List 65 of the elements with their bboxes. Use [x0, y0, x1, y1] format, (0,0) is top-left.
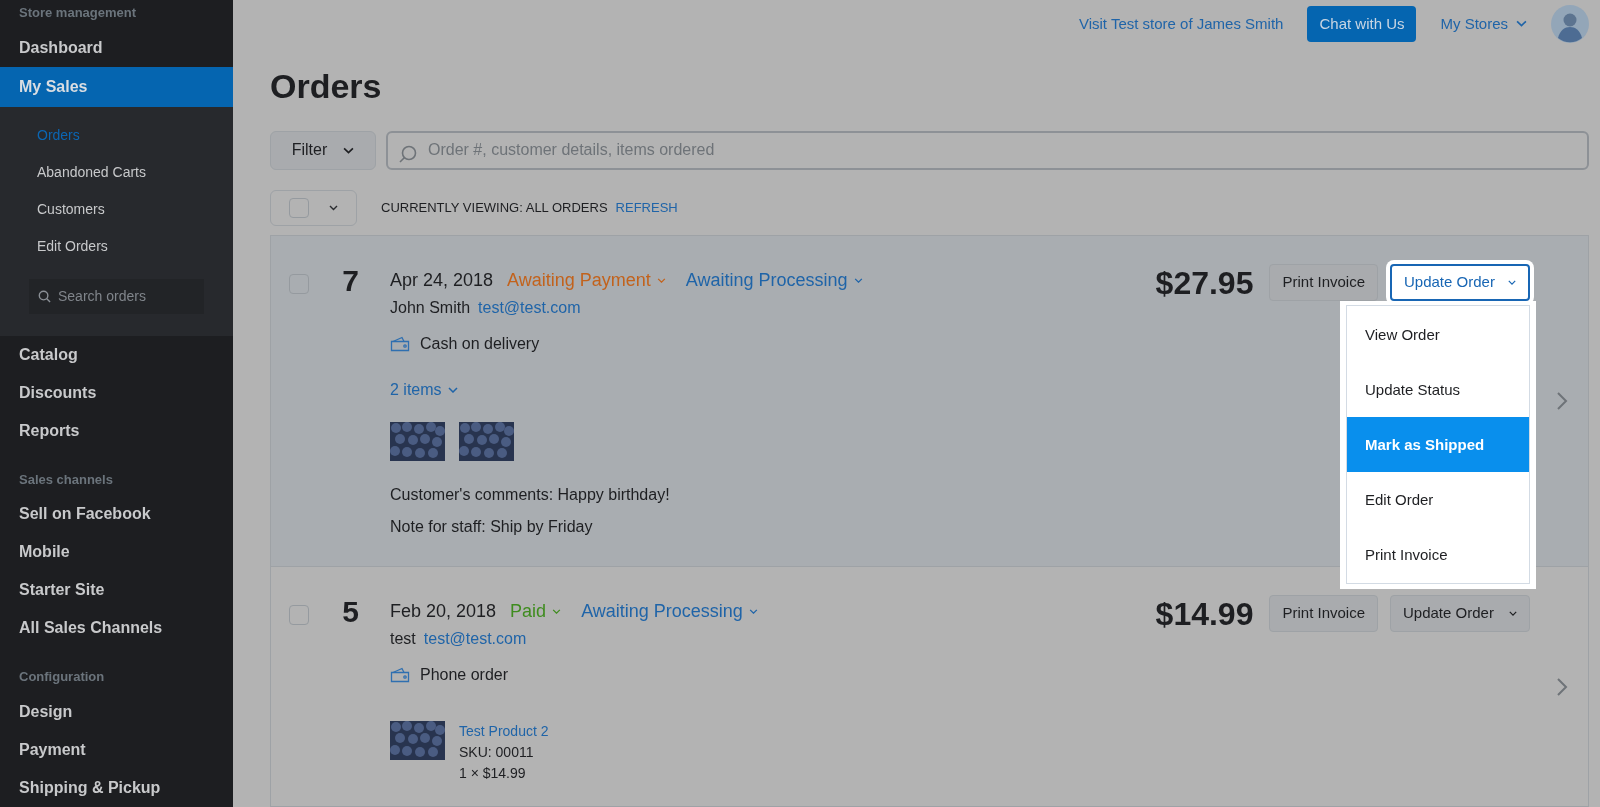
- avatar[interactable]: [1551, 4, 1589, 43]
- sidebar-item[interactable]: Dashboard: [0, 28, 233, 67]
- page-title: Orders: [270, 65, 382, 106]
- order-total: $14.99: [1155, 595, 1254, 633]
- customer-name: test: [390, 629, 416, 649]
- customer-name: John Smith: [390, 298, 471, 318]
- caret-icon: [748, 608, 758, 614]
- chat-button[interactable]: Chat with Us: [1307, 5, 1417, 42]
- chevron-right-icon[interactable]: [1556, 391, 1568, 411]
- sidebar-item[interactable]: Discounts: [0, 373, 233, 412]
- search-field[interactable]: Search orders: [29, 278, 204, 314]
- caret-icon: [1508, 280, 1516, 285]
- print-invoice-button[interactable]: Print Invoice: [1269, 595, 1378, 632]
- update-order-button[interactable]: Update Order: [1390, 595, 1530, 632]
- section-heading: Sales channels: [18, 470, 114, 489]
- menu-item[interactable]: Update Status: [1347, 362, 1529, 417]
- section-heading: Store management: [18, 4, 138, 22]
- checkbox[interactable]: [289, 605, 309, 625]
- order-number[interactable]: 5: [329, 594, 372, 630]
- wallet-icon: [390, 667, 410, 683]
- sidebar-item[interactable]: Starter Site: [0, 571, 233, 609]
- product-sku: SKU: 00011: [459, 743, 535, 762]
- caret-icon: [552, 608, 562, 614]
- submenu-item[interactable]: Customers: [0, 190, 233, 228]
- menu-item[interactable]: Edit Order: [1347, 472, 1529, 527]
- caret-icon: [1516, 20, 1527, 28]
- print-invoice-button[interactable]: Print Invoice: [1269, 264, 1378, 301]
- order-date: Apr 24, 2018: [390, 268, 494, 292]
- customer-comment: Customer's comments: Happy birthday!: [390, 485, 670, 505]
- search-icon: [398, 143, 418, 164]
- payment-method: Phone order: [420, 665, 509, 685]
- order-total: $27.95: [1155, 264, 1254, 302]
- caret-icon: [343, 146, 355, 154]
- wallet-icon: [390, 336, 410, 352]
- caret-icon: [656, 277, 666, 283]
- payment-method: Cash on delivery: [420, 334, 540, 354]
- caret-icon: [1509, 611, 1517, 616]
- section-heading: Configuration: [18, 668, 106, 686]
- menu-item[interactable]: Print Invoice: [1347, 527, 1529, 582]
- order-date: Feb 20, 2018: [390, 599, 497, 623]
- sidebar-item[interactable]: All Sales Channels: [0, 609, 233, 647]
- checkbox[interactable]: [289, 198, 309, 218]
- order-number[interactable]: 7: [329, 263, 372, 299]
- viewing-label: CURRENTLY VIEWING: ALL ORDERS: [381, 199, 608, 218]
- sidebar-item[interactable]: Shipping & Pickup: [0, 768, 233, 807]
- search-icon: [38, 289, 51, 303]
- chevron-right-icon[interactable]: [1556, 676, 1568, 697]
- sidebar-item[interactable]: Catalog: [0, 335, 233, 374]
- sidebar-item[interactable]: Reports: [0, 411, 233, 450]
- menu-item[interactable]: View Order: [1347, 307, 1529, 362]
- submenu-item[interactable]: Edit Orders: [0, 227, 233, 265]
- submenu-item[interactable]: Abandoned Carts: [0, 153, 233, 191]
- sidebar-item[interactable]: My Sales: [0, 66, 233, 107]
- sidebar-item[interactable]: Sell on Facebook: [0, 495, 233, 533]
- staff-note: Note for staff: Ship by Friday: [390, 517, 593, 537]
- sidebar-item[interactable]: Mobile: [0, 533, 233, 571]
- sidebar-item[interactable]: Payment: [0, 730, 233, 769]
- search-field[interactable]: Order #, customer details, items ordered: [386, 130, 1589, 170]
- select-all-dropdown[interactable]: [270, 190, 357, 226]
- filter-button[interactable]: Filter: [270, 130, 376, 170]
- caret-icon: [329, 205, 338, 211]
- caret-icon: [447, 387, 458, 393]
- sidebar-item[interactable]: Design: [0, 692, 233, 731]
- caret-icon: [853, 277, 863, 283]
- product-quantity: 1 × $14.99: [459, 764, 527, 783]
